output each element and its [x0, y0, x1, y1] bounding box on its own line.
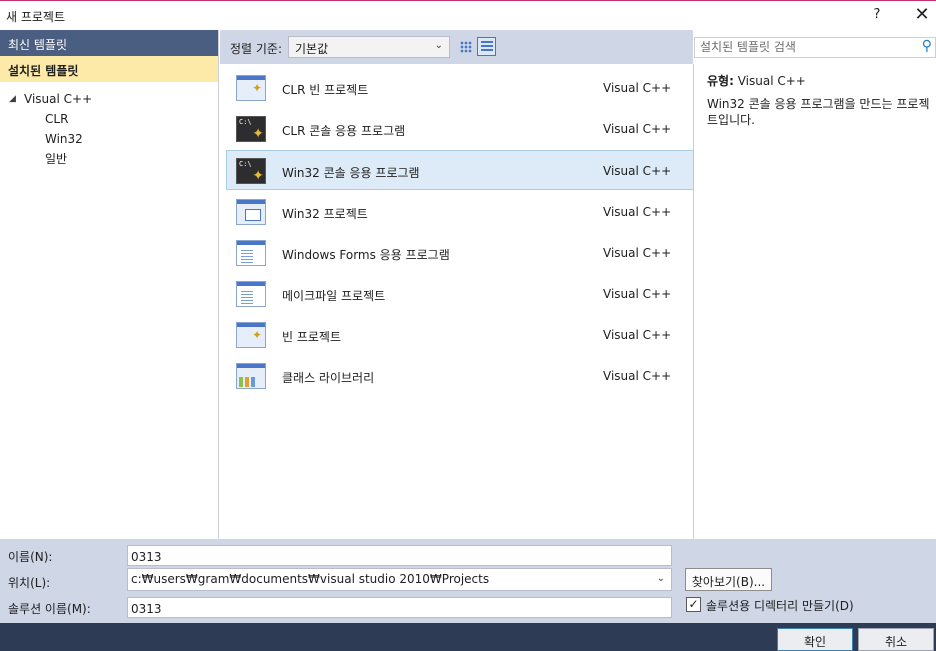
- location-value: c:₩users₩gram₩documents₩visual studio 20…: [131, 572, 490, 586]
- template-name: Win32 콘솔 응용 프로그램: [282, 166, 420, 180]
- dialog-footer: 확인 취소: [0, 623, 936, 651]
- type-label: 유형:: [707, 74, 734, 88]
- expand-arrow-icon[interactable]: ◢: [9, 89, 16, 109]
- tree-item-visual-cpp[interactable]: ◢ Visual C++: [0, 89, 218, 109]
- template-item[interactable]: ✦ 빈 프로젝트 Visual C++: [226, 314, 694, 354]
- title-bar: 새 프로젝트 ? ✕: [0, 0, 936, 30]
- template-name: 빈 프로젝트: [282, 330, 342, 344]
- template-name: Windows Forms 응용 프로그램: [282, 248, 450, 262]
- window-icon: ✦: [236, 322, 266, 348]
- search-icon[interactable]: ⚲: [922, 38, 932, 54]
- template-language: Visual C++: [603, 122, 672, 136]
- template-category-panel: 최신 템플릿 설치된 템플릿 ◢ Visual C++ CLR Win32 일반: [0, 30, 219, 539]
- template-item[interactable]: ✦ CLR 빈 프로젝트 Visual C++: [226, 67, 694, 107]
- small-icons-view-button[interactable]: [456, 37, 475, 56]
- chevron-down-icon[interactable]: ⌄: [657, 573, 665, 584]
- template-list: ✦ CLR 빈 프로젝트 Visual C++ ✦ CLR 콘솔 응용 프로그램…: [220, 64, 694, 539]
- sort-value: 기본값: [295, 42, 329, 56]
- template-language: Visual C++: [603, 164, 672, 178]
- project-settings-panel: 이름(N): 위치(L): c:₩users₩gram₩documents₩vi…: [0, 539, 936, 623]
- help-button[interactable]: ?: [868, 7, 886, 22]
- tree-item-label: Visual C++: [24, 92, 93, 106]
- category-tree: ◢ Visual C++ CLR Win32 일반: [0, 82, 218, 169]
- solution-name-field[interactable]: [127, 597, 672, 618]
- document-icon: [236, 281, 266, 307]
- recent-templates-tab[interactable]: 최신 템플릿: [0, 30, 218, 56]
- browse-button[interactable]: 찾아보기(B)...: [685, 568, 772, 591]
- grid-view-icon: [460, 41, 472, 53]
- tree-item-win32[interactable]: Win32: [0, 129, 218, 149]
- solution-name-label: 솔루션 이름(M):: [8, 602, 91, 616]
- location-label: 위치(L):: [8, 576, 51, 590]
- installed-templates-tab[interactable]: 설치된 템플릿: [0, 56, 218, 82]
- sort-label: 정렬 기준:: [230, 42, 283, 56]
- sort-dropdown[interactable]: 기본값 ⌄: [288, 36, 450, 58]
- search-input[interactable]: [700, 40, 920, 54]
- template-language: Visual C++: [603, 81, 672, 95]
- library-icon: [236, 363, 266, 389]
- create-directory-checkbox[interactable]: ✓: [686, 597, 701, 612]
- console-icon: ✦: [236, 116, 266, 142]
- template-item[interactable]: 메이크파일 프로젝트 Visual C++: [226, 273, 694, 313]
- template-name: CLR 콘솔 응용 프로그램: [282, 124, 406, 138]
- type-value: Visual C++: [737, 74, 806, 88]
- template-item-selected[interactable]: ✦ Win32 콘솔 응용 프로그램 Visual C++: [226, 150, 694, 190]
- template-search[interactable]: ⚲: [694, 37, 936, 58]
- template-name: CLR 빈 프로젝트: [282, 83, 369, 97]
- name-label: 이름(N):: [8, 550, 53, 564]
- template-name: Win32 프로젝트: [282, 207, 368, 221]
- list-view-button[interactable]: [477, 37, 496, 56]
- template-name: 메이크파일 프로젝트: [282, 289, 386, 303]
- template-item[interactable]: Win32 프로젝트 Visual C++: [226, 191, 694, 231]
- template-description: Win32 콘솔 응용 프로그램을 만드는 프로젝트입니다.: [707, 97, 930, 127]
- chevron-down-icon: ⌄: [434, 40, 443, 51]
- template-language: Visual C++: [603, 246, 672, 260]
- template-item[interactable]: ✦ CLR 콘솔 응용 프로그램 Visual C++: [226, 108, 694, 148]
- form-icon: [236, 240, 266, 266]
- template-language: Visual C++: [603, 369, 672, 383]
- list-view-icon: [481, 41, 493, 53]
- template-name: 클래스 라이브러리: [282, 371, 375, 385]
- template-language: Visual C++: [603, 205, 672, 219]
- filter-bar: 정렬 기준: 기본값 ⌄: [220, 30, 693, 64]
- stacked-window-icon: [236, 199, 266, 225]
- create-directory-label: 솔루션용 디렉터리 만들기(D): [706, 599, 854, 613]
- template-item[interactable]: 클래스 라이브러리 Visual C++: [226, 355, 694, 395]
- close-icon[interactable]: ✕: [908, 4, 936, 26]
- window-icon: ✦: [236, 75, 266, 101]
- cancel-button[interactable]: 취소: [858, 628, 934, 651]
- ok-button[interactable]: 확인: [777, 628, 853, 651]
- tree-item-general[interactable]: 일반: [0, 149, 218, 169]
- console-icon: ✦: [236, 158, 266, 184]
- template-type: 유형: Visual C++: [707, 72, 806, 89]
- location-combo[interactable]: c:₩users₩gram₩documents₩visual studio 20…: [127, 568, 672, 591]
- template-language: Visual C++: [603, 328, 672, 342]
- window-title: 새 프로젝트: [6, 10, 66, 24]
- template-item[interactable]: Windows Forms 응용 프로그램 Visual C++: [226, 232, 694, 272]
- name-field[interactable]: [127, 545, 672, 566]
- tree-item-clr[interactable]: CLR: [0, 109, 218, 129]
- template-language: Visual C++: [603, 287, 672, 301]
